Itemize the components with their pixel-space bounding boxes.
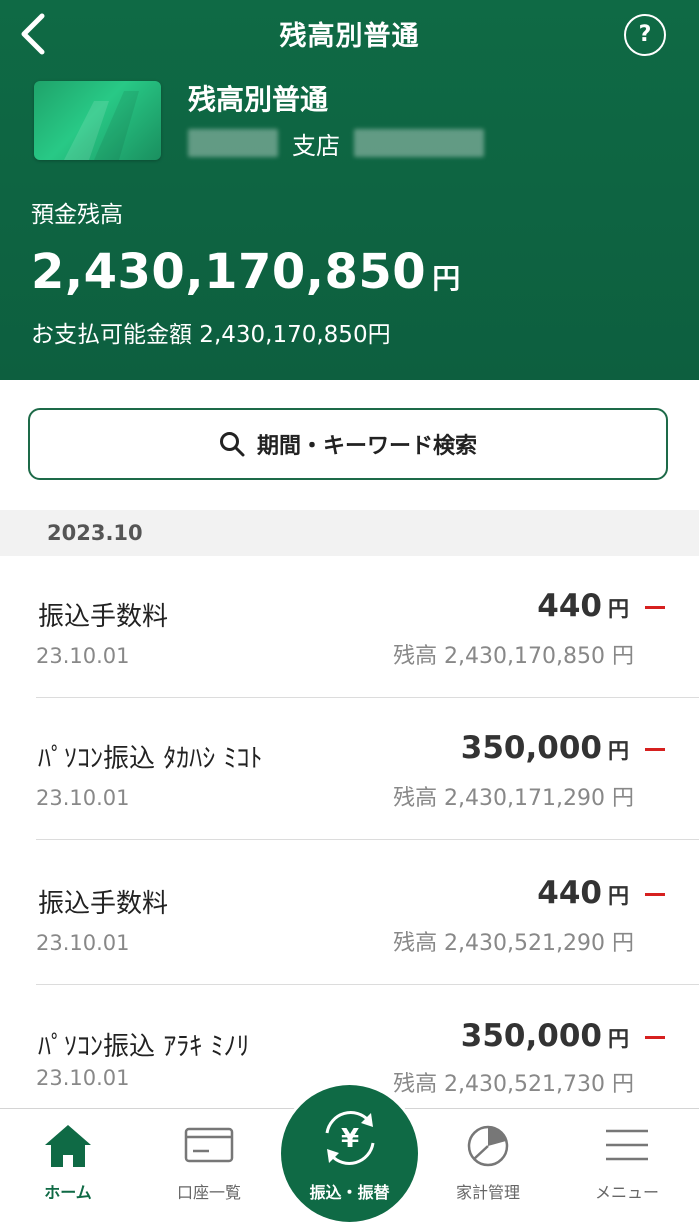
transaction-row[interactable]: 振込手数料 23.10.01 440 円 残高 2,430,521,290 円 [0,845,699,985]
transaction-date: 23.10.01 [36,931,130,955]
tab-budget[interactable]: 家計管理 [428,1109,548,1202]
yen-transfer-icon: ¥ [325,1111,375,1165]
transfer-button[interactable]: ¥ 振込・振替 [281,1085,418,1222]
help-button[interactable]: ? [624,14,666,56]
month-header: 2023.10 [0,510,699,556]
transaction-balance: 残高 2,430,170,850 円 [393,644,634,669]
amount-yen: 円 [608,597,629,621]
card-icon [184,1127,234,1163]
transaction-amount: 350,000 円 [461,730,629,766]
transaction-row[interactable]: ﾊﾟｿｺﾝ振込 ﾀｶﾊｼ ﾐｺﾄ 23.10.01 350,000 円 残高 2,… [0,700,699,840]
transaction-balance: 残高 2,430,521,290 円 [393,931,634,956]
pie-chart-icon [467,1125,509,1167]
transaction-amount: 440 円 [537,588,629,624]
available-amount: お支払可能金額 2,430,170,850円 [31,322,391,348]
divider [36,984,699,985]
amount-value: 440 [537,875,602,911]
amount-value: 350,000 [460,730,602,766]
balance-yen: 円 [432,262,461,295]
search-icon [219,432,245,457]
transaction-row[interactable]: 振込手数料 23.10.01 440 円 残高 2,430,170,850 円 [0,558,699,698]
account-header: 残高別普通 ? 残高別普通 支店 預金残高 2,430,170,850 円 お支… [0,0,699,380]
amount-yen: 円 [608,884,629,908]
transaction-amount: 440 円 [537,875,629,911]
tab-menu-label: メニュー [594,1183,659,1202]
balance-label: 預金残高 [31,202,123,228]
transaction-balance: 残高 2,430,171,290 円 [393,786,634,811]
tab-budget-label: 家計管理 [455,1183,520,1202]
debit-minus-icon [645,748,665,751]
transaction-description: 振込手数料 [38,602,169,632]
page-title: 残高別普通 [279,21,420,52]
tab-home-label: ホーム [44,1183,92,1202]
hamburger-menu-icon [606,1129,648,1161]
amount-value: 350,000 [460,1018,602,1054]
debit-minus-icon [645,606,665,609]
branch-info: 支店 [188,126,484,160]
amount-yen: 円 [608,739,629,763]
transaction-date: 23.10.01 [36,786,130,810]
amount-value: 440 [537,588,602,624]
tab-home[interactable]: ホーム [8,1109,128,1202]
tab-accounts-label: 口座一覧 [176,1183,241,1202]
home-icon [45,1125,91,1167]
transaction-description: 振込手数料 [38,889,169,919]
amount-yen: 円 [608,1027,629,1051]
debit-minus-icon [645,1036,665,1039]
branch-label: 支店 [292,131,340,160]
transfer-label: 振込・振替 [309,1183,390,1202]
redacted-account-number [354,129,484,157]
divider [36,697,699,698]
transaction-amount: 350,000 円 [461,1018,629,1054]
svg-text:¥: ¥ [341,1124,359,1154]
redacted-branch-name [188,129,278,157]
transaction-description: ﾊﾟｿｺﾝ振込 ｱﾗｷ ﾐﾉﾘ [38,1032,250,1062]
tab-accounts[interactable]: 口座一覧 [149,1109,269,1202]
balance-amount: 2,430,170,850 [31,244,427,300]
period-keyword-search-button[interactable]: 期間・キーワード検索 [28,408,668,480]
balance-row: 2,430,170,850 円 [31,244,460,300]
account-name: 残高別普通 [188,83,329,116]
search-label: 期間・キーワード検索 [256,434,477,459]
help-icon: ? [638,22,652,47]
transaction-date: 23.10.01 [36,644,130,668]
account-card-image [34,81,161,160]
transaction-balance: 残高 2,430,521,730 円 [393,1072,634,1097]
divider [36,839,699,840]
tab-menu[interactable]: メニュー [567,1109,687,1202]
transaction-date: 23.10.01 [36,1066,130,1090]
debit-minus-icon [645,893,665,896]
transaction-description: ﾊﾟｿｺﾝ振込 ﾀｶﾊｼ ﾐｺﾄ [38,744,263,774]
